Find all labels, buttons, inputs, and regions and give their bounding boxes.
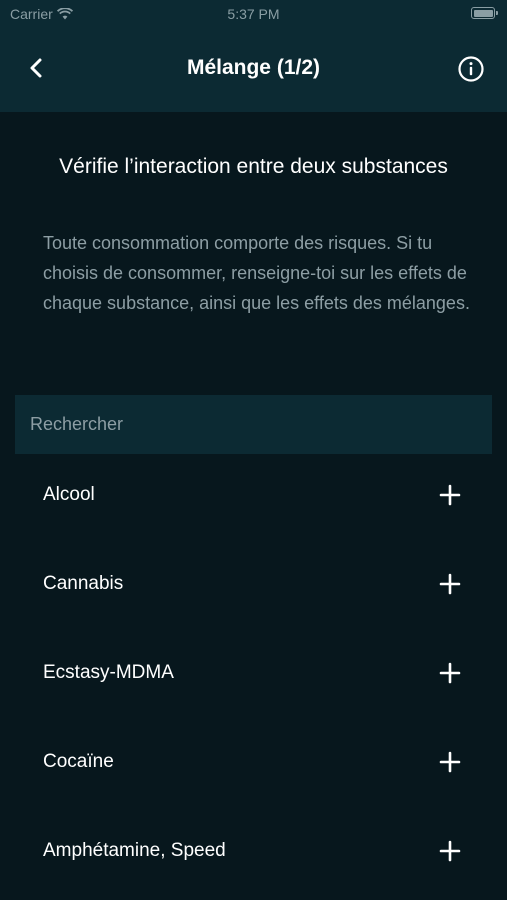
list-item-label: Alcool xyxy=(43,484,95,505)
search-box[interactable] xyxy=(15,395,492,454)
status-time: 5:37 PM xyxy=(227,6,280,22)
plus-icon[interactable] xyxy=(439,751,461,773)
plus-icon[interactable] xyxy=(439,662,461,684)
search-input[interactable] xyxy=(30,395,492,454)
list-item[interactable]: Cocaïne xyxy=(0,721,507,810)
intro-description: Toute consommation comporte des risques.… xyxy=(43,233,470,313)
plus-icon[interactable] xyxy=(439,484,461,506)
list-item-label: Ecstasy-MDMA xyxy=(43,662,174,683)
intro-heading: Vérifie l’interaction entre deux substan… xyxy=(59,155,448,178)
list-item[interactable]: Ecstasy-MDMA xyxy=(0,632,507,721)
list-item-label: Cannabis xyxy=(43,573,124,594)
list-item[interactable]: Amphétamine, Speed xyxy=(0,810,507,899)
battery-icon xyxy=(471,7,498,19)
info-button[interactable] xyxy=(457,55,485,83)
info-circle-icon xyxy=(458,56,484,82)
list-item-label: Cocaïne xyxy=(43,751,114,772)
list-item-label: Amphétamine, Speed xyxy=(43,840,226,861)
list-item[interactable]: Cannabis xyxy=(0,543,507,632)
nav-bar: Mélange (1/2) xyxy=(0,28,507,112)
screen: Carrier 5:37 PM Mélange (1/2) Vérifie l’… xyxy=(0,0,507,900)
list-item[interactable]: Alcool xyxy=(0,454,507,543)
substance-list: Alcool Cannabis Ecstasy-MDMA Cocaïne Amp… xyxy=(0,454,507,899)
plus-icon[interactable] xyxy=(439,573,461,595)
page-title: Mélange (1/2) xyxy=(186,56,321,79)
status-bar: Carrier 5:37 PM xyxy=(0,0,507,28)
plus-icon[interactable] xyxy=(439,840,461,862)
